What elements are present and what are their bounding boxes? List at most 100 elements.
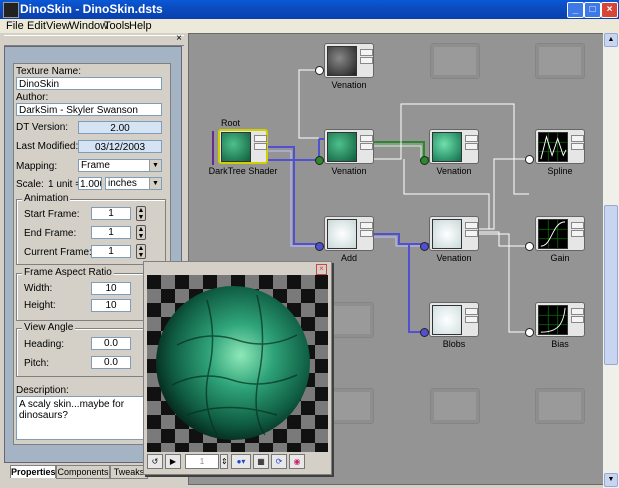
panel-close-icon[interactable]: ×	[176, 33, 182, 44]
gain-graph-icon	[538, 219, 568, 249]
end-frame-field[interactable]: 1	[91, 226, 131, 239]
node-output-tab	[360, 230, 373, 237]
node-output-tab	[571, 222, 584, 229]
chevron-down-icon[interactable]: ▼	[149, 178, 161, 189]
aspect-width-label: Width:	[24, 283, 53, 294]
description-field[interactable]: A scaly skin...maybe for dinosaurs?	[16, 396, 162, 440]
node-input-port[interactable]	[420, 156, 429, 165]
mapping-label: Mapping:	[16, 161, 58, 172]
heading-label: Heading:	[24, 339, 65, 350]
node-name: Venation	[436, 166, 472, 176]
node-output-tab	[360, 222, 373, 229]
node-output-tab	[465, 143, 478, 150]
textured-sphere	[156, 286, 310, 440]
tab-components[interactable]: Components	[56, 465, 110, 479]
menu-help[interactable]: Help	[129, 20, 152, 32]
aspect-width-field[interactable]: 10	[91, 282, 131, 295]
minimize-button[interactable]: _	[567, 2, 584, 18]
window-title: DinoSkin - DinoSkin.dsts	[20, 2, 163, 16]
chevron-down-icon[interactable]: ▼	[149, 160, 161, 171]
aspect-height-field[interactable]: 10	[91, 299, 131, 312]
tab-properties[interactable]: Properties	[10, 465, 56, 478]
description-label: Description:	[16, 385, 69, 396]
frame-aspect-title: Frame Aspect Ratio	[22, 267, 114, 278]
texture-name-field[interactable]: DinoSkin	[16, 77, 162, 90]
rewind-icon[interactable]: ↺	[147, 454, 163, 469]
scale-unit-text: 1 unit =	[48, 179, 82, 190]
node-input-port[interactable]	[525, 328, 534, 337]
last-modified-value: 03/12/2003	[78, 140, 162, 153]
vertical-scrollbar[interactable]: ▲ ▼	[603, 33, 619, 488]
node-input-port[interactable]	[525, 155, 534, 164]
node-output-tab	[360, 57, 373, 64]
node-name: DarkTree Shader	[208, 166, 278, 176]
end-frame-spinner[interactable]: ▲ ▼	[136, 225, 146, 240]
menu-view[interactable]: View	[46, 20, 70, 32]
author-field[interactable]: DarkSim - Skyler Swanson	[16, 103, 162, 116]
node-output-tab	[571, 230, 584, 237]
node-input-port[interactable]	[315, 242, 324, 251]
color-icon[interactable]: ◉	[289, 454, 305, 469]
aspect-height-label: Height:	[24, 300, 56, 311]
menu-window[interactable]: Window	[69, 20, 108, 32]
view-angle-title: View Angle	[22, 322, 76, 333]
node-output-tab	[571, 135, 584, 142]
scale-units-select[interactable]: inches ▼	[105, 177, 162, 190]
start-frame-spinner[interactable]: ▲ ▼	[136, 206, 146, 221]
node-input-port[interactable]	[420, 242, 429, 251]
node-input-port[interactable]	[315, 66, 324, 75]
menu-file[interactable]: File	[6, 20, 24, 32]
node-output-tab	[465, 222, 478, 229]
frame-field[interactable]: 1	[185, 454, 219, 469]
node-input-port[interactable]	[420, 328, 429, 337]
close-button[interactable]: ×	[601, 2, 618, 18]
refresh-icon[interactable]: ⟳	[271, 454, 287, 469]
pitch-field[interactable]: 0.0	[91, 356, 131, 369]
menu-tools[interactable]: Tools	[104, 20, 130, 32]
title-bar: DinoSkin - DinoSkin.dsts _ □ ×	[0, 0, 619, 19]
node-input-port[interactable]	[525, 242, 534, 251]
tile-icon[interactable]: ▦	[253, 454, 269, 469]
preview-window[interactable]: × ↺ ▶ 1 ⇕ ●▾ ▦ ⟳ ◉	[143, 261, 332, 475]
preview-toolbar: ↺ ▶ 1 ⇕ ●▾ ▦ ⟳ ◉	[147, 454, 328, 471]
scroll-down-icon[interactable]: ▼	[604, 473, 618, 487]
node-output-tab	[360, 135, 373, 142]
bias-graph-icon	[538, 305, 568, 335]
node-output-tab	[254, 143, 267, 150]
node-thumbnail	[221, 132, 251, 162]
node-name: Gain	[550, 253, 570, 263]
animation-title: Animation	[22, 193, 71, 204]
end-frame-label: End Frame:	[24, 228, 77, 239]
node-name: Venation	[331, 166, 367, 176]
scroll-thumb[interactable]	[604, 205, 618, 365]
menu-edit[interactable]: Edit	[27, 20, 46, 32]
heading-field[interactable]: 0.0	[91, 337, 131, 350]
start-frame-field[interactable]: 1	[91, 207, 131, 220]
node-name: Spline	[547, 166, 573, 176]
node-thumbnail	[327, 219, 357, 249]
close-icon[interactable]: ×	[316, 264, 327, 275]
node-output-tab	[465, 230, 478, 237]
scale-value-field[interactable]: 1.000	[78, 177, 102, 190]
mapping-select[interactable]: Frame ▼	[78, 159, 162, 172]
last-modified-label: Last Modified:	[16, 141, 79, 152]
node-output-tab	[571, 316, 584, 323]
dt-version-label: DT Version:	[16, 122, 69, 133]
frame-spinner[interactable]: ⇕	[220, 454, 228, 469]
start-frame-label: Start Frame:	[24, 209, 80, 220]
node-name: Venation	[436, 253, 472, 263]
node-name: Venation	[331, 80, 367, 90]
scroll-up-icon[interactable]: ▲	[604, 33, 618, 47]
node-input-port[interactable]	[315, 156, 324, 165]
node-output-tab	[465, 316, 478, 323]
app-icon	[3, 2, 19, 18]
animation-group: Animation Start Frame: 1 ▲ ▼ End Frame: 1…	[16, 193, 166, 265]
mapping-value: Frame	[81, 160, 110, 171]
play-icon[interactable]: ▶	[165, 454, 181, 469]
node-name: Bias	[551, 339, 569, 349]
current-frame-field[interactable]: 1	[91, 245, 131, 258]
current-frame-spinner[interactable]: ▲ ▼	[136, 244, 146, 259]
maximize-button[interactable]: □	[584, 2, 601, 18]
node-thumbnail	[432, 305, 462, 335]
sphere-shape-icon[interactable]: ●▾	[231, 454, 251, 469]
